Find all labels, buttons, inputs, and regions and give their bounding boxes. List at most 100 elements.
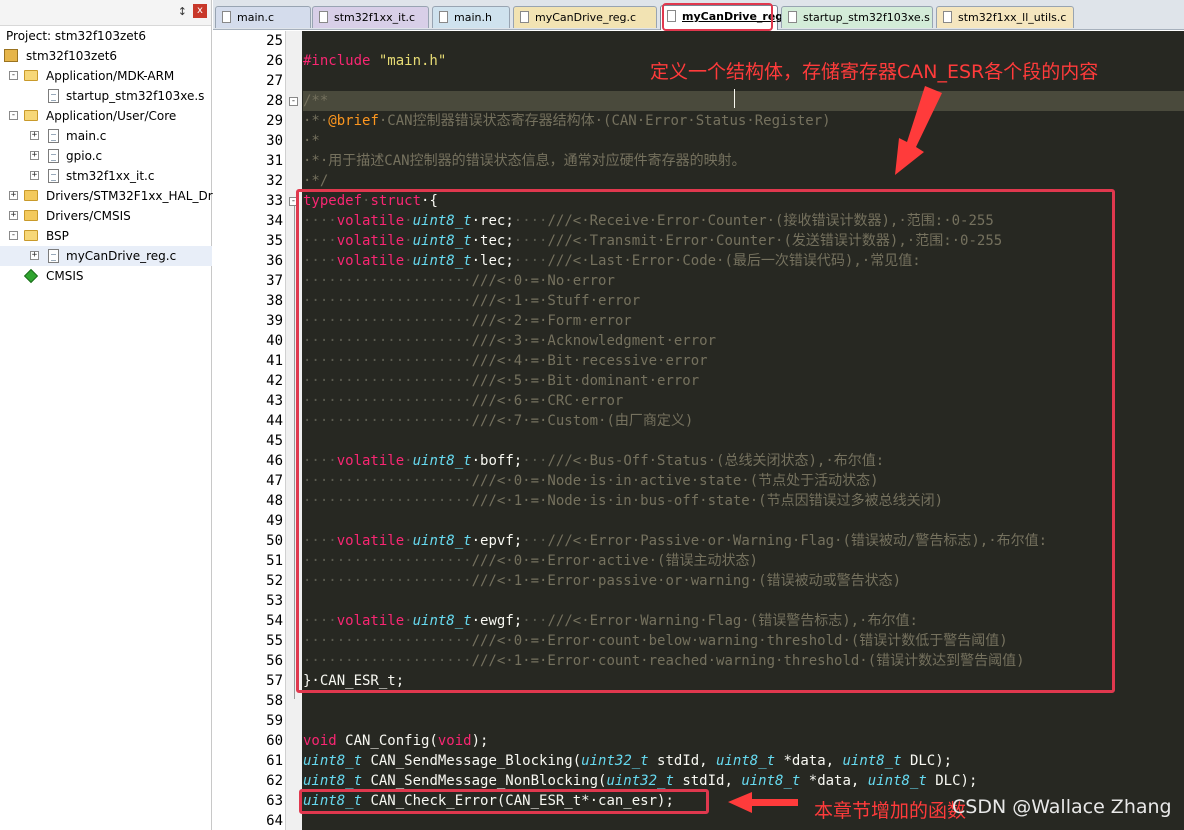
fold-toggle-icon[interactable]: -	[289, 97, 298, 106]
tree-item[interactable]: - Application/MDK-ARM	[0, 66, 212, 86]
line-number: 48	[266, 493, 283, 509]
expand-icon[interactable]: +	[9, 191, 18, 200]
code-token: #include	[303, 53, 379, 69]
line-number: 55	[266, 633, 283, 649]
tree-item[interactable]: + Drivers/CMSIS	[0, 206, 212, 226]
line-number: 57	[266, 673, 283, 689]
tree-item[interactable]: CMSIS	[0, 266, 212, 286]
file-icon	[48, 129, 59, 143]
collapse-icon[interactable]: -	[9, 231, 18, 240]
code-token: "main.h"	[378, 53, 447, 69]
line-number: 59	[266, 713, 283, 729]
line-number: 36	[266, 253, 283, 269]
line-number-gutter: 25 26 27 28 29 30 31 32 33 34 35 36 37 38 39 40 41 42 43 44…	[213, 31, 285, 830]
tree-item[interactable]: + Drivers/STM32F1xx_HAL_Driver	[0, 186, 235, 206]
line-number: 62	[266, 773, 283, 789]
line-number: 53	[266, 593, 283, 609]
target-icon	[4, 49, 18, 62]
line-number: 30	[266, 133, 283, 149]
tab-main-h[interactable]: main.h	[432, 6, 510, 28]
collapse-icon[interactable]: -	[9, 111, 18, 120]
code-token: *data,	[800, 773, 868, 789]
text-cursor	[734, 89, 735, 108]
line-number: 45	[266, 433, 283, 449]
tab-mycandrive-reg-c[interactable]: myCanDrive_reg.c	[513, 6, 657, 28]
tree-item[interactable]: Project: stm32f103zet6	[0, 26, 212, 46]
project-panel: ↕ x Project: stm32f103zet6 stm32f103zet6-…	[0, 0, 235, 830]
tree-item-label: stm32f103zet6	[26, 49, 118, 63]
tree-item-label: main.c	[66, 129, 107, 143]
tab-main-c[interactable]: main.c	[215, 6, 311, 28]
code-token: uint8_t	[303, 753, 363, 769]
tree-item[interactable]: + gpio.c	[0, 146, 212, 166]
project-tree: Project: stm32f103zet6 stm32f103zet6- Appl…	[0, 26, 235, 286]
line-number: 27	[266, 73, 283, 89]
line-number: 42	[266, 373, 283, 389]
file-icon	[520, 11, 529, 23]
folder-icon	[24, 210, 38, 221]
code-token: @brief	[328, 113, 379, 129]
line-number: 40	[266, 333, 283, 349]
tree-item[interactable]: - Application/User/Core	[0, 106, 212, 126]
function-annotation-text: 本章节增加的函数	[814, 800, 967, 822]
tab-stm32f1xx-ll-utils-c[interactable]: stm32f1xx_ll_utils.c	[936, 6, 1074, 28]
expand-icon[interactable]: +	[30, 151, 39, 160]
tree-item[interactable]: startup_stm32f103xe.s	[0, 86, 212, 106]
line-number: 49	[266, 513, 283, 529]
expand-icon[interactable]: +	[30, 251, 39, 260]
code-token: );	[471, 733, 489, 749]
code-line: ·*	[303, 131, 1184, 151]
tree-item-label: Application/MDK-ARM	[46, 69, 175, 83]
file-icon	[943, 11, 952, 23]
expand-icon[interactable]: +	[30, 171, 39, 180]
code-line: ·*·@brief·CAN控制器错误状态寄存器结构体·(CAN·Error·St…	[303, 111, 1184, 131]
code-token: uint32_t	[581, 753, 649, 769]
line-number: 43	[266, 393, 283, 409]
code-token: uint8_t	[716, 753, 776, 769]
file-icon	[48, 89, 59, 103]
close-icon[interactable]: x	[193, 4, 207, 18]
pin-icon[interactable]: ↕	[178, 5, 187, 18]
line-number: 54	[266, 613, 283, 629]
function-highlight-box	[299, 789, 709, 814]
code-token: CAN_SendMessage_NonBlocking(	[362, 773, 607, 789]
tab-startup-stm32f103xe-s[interactable]: startup_stm32f103xe.s	[781, 6, 933, 28]
tree-item-label: BSP	[46, 229, 69, 243]
code-line: void CAN_Config(void);	[303, 731, 1184, 751]
tree-item[interactable]: - BSP	[0, 226, 212, 246]
code-token: ·*·用于描述CAN控制器的错误状态信息，通常对应硬件寄存器的映射。	[303, 153, 746, 169]
line-number: 51	[266, 553, 283, 569]
struct-highlight-box	[296, 189, 1115, 693]
expand-icon[interactable]: +	[9, 211, 18, 220]
code-token: CAN_SendMessage_Blocking(	[362, 753, 582, 769]
line-number: 63	[266, 793, 283, 809]
file-icon	[222, 11, 231, 23]
tree-item-label: myCanDrive_reg.c	[66, 249, 177, 263]
code-token: stdId,	[648, 753, 717, 769]
code-token: void	[437, 733, 472, 749]
tree-item[interactable]: + main.c	[0, 126, 212, 146]
tab-label: startup_stm32f103xe.s	[803, 11, 930, 24]
tab-stm32f1xx-it-c[interactable]: stm32f1xx_it.c	[312, 6, 429, 28]
line-number: 38	[266, 293, 283, 309]
tree-item[interactable]: stm32f103zet6	[0, 46, 212, 66]
code-token: ·*·	[303, 113, 329, 129]
code-token: void	[303, 733, 337, 749]
collapse-icon[interactable]: -	[9, 71, 18, 80]
code-line: uint8_t CAN_SendMessage_NonBlocking(uint…	[303, 771, 1184, 791]
tree-item-label: gpio.c	[66, 149, 103, 163]
expand-icon[interactable]: +	[30, 131, 39, 140]
fold-guide	[294, 199, 295, 699]
tree-item[interactable]: + stm32f1xx_it.c	[0, 166, 212, 186]
code-token: ·*/	[303, 173, 329, 189]
line-number: 31	[266, 153, 283, 169]
code-token: *data,	[775, 753, 843, 769]
tab-label: stm32f1xx_ll_utils.c	[958, 11, 1067, 24]
code-token: ·*	[303, 133, 320, 149]
line-number: 34	[266, 213, 283, 229]
folder-icon	[24, 190, 38, 201]
tab-label: myCanDrive_reg.c	[535, 11, 637, 24]
tree-item[interactable]: + myCanDrive_reg.c	[0, 246, 212, 266]
